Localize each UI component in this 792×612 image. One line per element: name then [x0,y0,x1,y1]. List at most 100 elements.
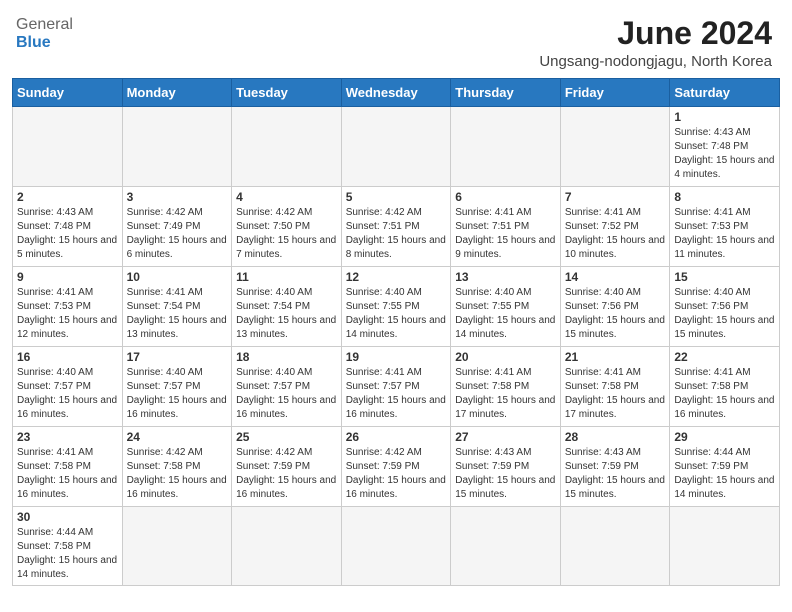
calendar-wrap: SundayMondayTuesdayWednesdayThursdayFrid… [0,78,792,598]
day-info: Sunrise: 4:43 AM Sunset: 7:59 PM Dayligh… [565,446,666,502]
day-info: Sunrise: 4:40 AM Sunset: 7:57 PM Dayligh… [127,366,228,422]
day-info: Sunrise: 4:40 AM Sunset: 7:56 PM Dayligh… [565,286,666,342]
day-cell: 23 Sunrise: 4:41 AM Sunset: 7:58 PM Dayli… [13,427,123,507]
day-info: Sunrise: 4:41 AM Sunset: 7:58 PM Dayligh… [674,366,775,422]
day-cell: 1 Sunrise: 4:43 AM Sunset: 7:48 PM Daylig… [670,107,780,187]
day-info: Sunrise: 4:42 AM Sunset: 7:51 PM Dayligh… [346,206,447,262]
day-cell [560,507,670,586]
day-cell [451,107,561,187]
logo-blue-text: Blue [16,34,73,52]
date-number: 22 [674,350,775,364]
day-info: Sunrise: 4:41 AM Sunset: 7:58 PM Dayligh… [17,446,118,502]
day-info: Sunrise: 4:41 AM Sunset: 7:53 PM Dayligh… [674,206,775,262]
date-number: 20 [455,350,556,364]
day-cell: 3Sunrise: 4:42 AM Sunset: 7:49 PM Daylig… [122,187,232,267]
day-info: Sunrise: 4:41 AM Sunset: 7:53 PM Dayligh… [17,286,118,342]
day-cell: 9 Sunrise: 4:41 AM Sunset: 7:53 PM Daylig… [13,267,123,347]
logo-general-text: General [16,16,73,34]
day-cell [122,507,232,586]
date-number: 17 [127,350,228,364]
date-number: 8 [674,190,775,204]
day-info: Sunrise: 4:41 AM Sunset: 7:51 PM Dayligh… [455,206,556,262]
day-info: Sunrise: 4:40 AM Sunset: 7:56 PM Dayligh… [674,286,775,342]
date-number: 18 [236,350,337,364]
day-info: Sunrise: 4:42 AM Sunset: 7:49 PM Dayligh… [127,206,228,262]
day-info: Sunrise: 4:43 AM Sunset: 7:48 PM Dayligh… [674,126,775,182]
day-info: Sunrise: 4:42 AM Sunset: 7:59 PM Dayligh… [346,446,447,502]
day-cell: 24Sunrise: 4:42 AM Sunset: 7:58 PM Dayli… [122,427,232,507]
day-cell: 4Sunrise: 4:42 AM Sunset: 7:50 PM Daylig… [232,187,342,267]
day-header-wednesday: Wednesday [341,79,451,107]
day-cell [341,507,451,586]
day-cell: 15 Sunrise: 4:40 AM Sunset: 7:56 PM Dayli… [670,267,780,347]
week-row-2: 9 Sunrise: 4:41 AM Sunset: 7:53 PM Daylig… [13,267,780,347]
day-cell: 8 Sunrise: 4:41 AM Sunset: 7:53 PM Daylig… [670,187,780,267]
day-cell: 21Sunrise: 4:41 AM Sunset: 7:58 PM Dayli… [560,347,670,427]
day-cell [122,107,232,187]
date-number: 21 [565,350,666,364]
day-cell: 18Sunrise: 4:40 AM Sunset: 7:57 PM Dayli… [232,347,342,427]
day-info: Sunrise: 4:41 AM Sunset: 7:54 PM Dayligh… [127,286,228,342]
header-area: General Blue June 2024 Ungsang-nodongjag… [0,0,792,78]
logo: General Blue [16,16,73,51]
day-cell: 19Sunrise: 4:41 AM Sunset: 7:57 PM Dayli… [341,347,451,427]
day-header-saturday: Saturday [670,79,780,107]
week-row-5: 30 Sunrise: 4:44 AM Sunset: 7:58 PM Dayli… [13,507,780,586]
day-cell: 26Sunrise: 4:42 AM Sunset: 7:59 PM Dayli… [341,427,451,507]
date-number: 16 [17,350,118,364]
date-number: 27 [455,430,556,444]
date-number: 7 [565,190,666,204]
day-cell: 17 Sunrise: 4:40 AM Sunset: 7:57 PM Dayli… [122,347,232,427]
day-cell: 14 Sunrise: 4:40 AM Sunset: 7:56 PM Dayli… [560,267,670,347]
day-info: Sunrise: 4:40 AM Sunset: 7:57 PM Dayligh… [17,366,118,422]
day-header-tuesday: Tuesday [232,79,342,107]
month-title: June 2024 [539,16,772,51]
day-cell: 30 Sunrise: 4:44 AM Sunset: 7:58 PM Dayli… [13,507,123,586]
day-header-row: SundayMondayTuesdayWednesdayThursdayFrid… [13,79,780,107]
day-cell [670,507,780,586]
day-cell: 5Sunrise: 4:42 AM Sunset: 7:51 PM Daylig… [341,187,451,267]
day-cell [13,107,123,187]
day-cell: 28 Sunrise: 4:43 AM Sunset: 7:59 PM Dayli… [560,427,670,507]
day-info: Sunrise: 4:40 AM Sunset: 7:54 PM Dayligh… [236,286,337,342]
day-cell: 16 Sunrise: 4:40 AM Sunset: 7:57 PM Dayli… [13,347,123,427]
date-number: 9 [17,270,118,284]
day-cell: 11Sunrise: 4:40 AM Sunset: 7:54 PM Dayli… [232,267,342,347]
day-cell: 2 Sunrise: 4:43 AM Sunset: 7:48 PM Daylig… [13,187,123,267]
day-cell: 12Sunrise: 4:40 AM Sunset: 7:55 PM Dayli… [341,267,451,347]
day-header-sunday: Sunday [13,79,123,107]
day-info: Sunrise: 4:44 AM Sunset: 7:59 PM Dayligh… [674,446,775,502]
date-number: 29 [674,430,775,444]
day-cell [232,507,342,586]
day-info: Sunrise: 4:40 AM Sunset: 7:55 PM Dayligh… [455,286,556,342]
day-cell [341,107,451,187]
date-number: 23 [17,430,118,444]
day-cell: 6Sunrise: 4:41 AM Sunset: 7:51 PM Daylig… [451,187,561,267]
day-info: Sunrise: 4:44 AM Sunset: 7:58 PM Dayligh… [17,526,118,582]
date-number: 28 [565,430,666,444]
date-number: 2 [17,190,118,204]
day-cell [560,107,670,187]
day-header-thursday: Thursday [451,79,561,107]
day-info: Sunrise: 4:42 AM Sunset: 7:50 PM Dayligh… [236,206,337,262]
date-number: 15 [674,270,775,284]
day-cell [232,107,342,187]
week-row-0: 1 Sunrise: 4:43 AM Sunset: 7:48 PM Daylig… [13,107,780,187]
day-cell: 13Sunrise: 4:40 AM Sunset: 7:55 PM Dayli… [451,267,561,347]
day-info: Sunrise: 4:43 AM Sunset: 7:59 PM Dayligh… [455,446,556,502]
day-cell: 22 Sunrise: 4:41 AM Sunset: 7:58 PM Dayli… [670,347,780,427]
week-row-1: 2 Sunrise: 4:43 AM Sunset: 7:48 PM Daylig… [13,187,780,267]
day-cell [451,507,561,586]
day-info: Sunrise: 4:43 AM Sunset: 7:48 PM Dayligh… [17,206,118,262]
date-number: 1 [674,110,775,124]
title-area: June 2024 Ungsang-nodongjagu, North Kore… [539,16,772,70]
day-info: Sunrise: 4:42 AM Sunset: 7:59 PM Dayligh… [236,446,337,502]
date-number: 14 [565,270,666,284]
date-number: 30 [17,510,118,524]
day-info: Sunrise: 4:42 AM Sunset: 7:58 PM Dayligh… [127,446,228,502]
day-info: Sunrise: 4:40 AM Sunset: 7:55 PM Dayligh… [346,286,447,342]
day-info: Sunrise: 4:41 AM Sunset: 7:57 PM Dayligh… [346,366,447,422]
day-info: Sunrise: 4:41 AM Sunset: 7:52 PM Dayligh… [565,206,666,262]
week-row-4: 23 Sunrise: 4:41 AM Sunset: 7:58 PM Dayli… [13,427,780,507]
day-header-friday: Friday [560,79,670,107]
